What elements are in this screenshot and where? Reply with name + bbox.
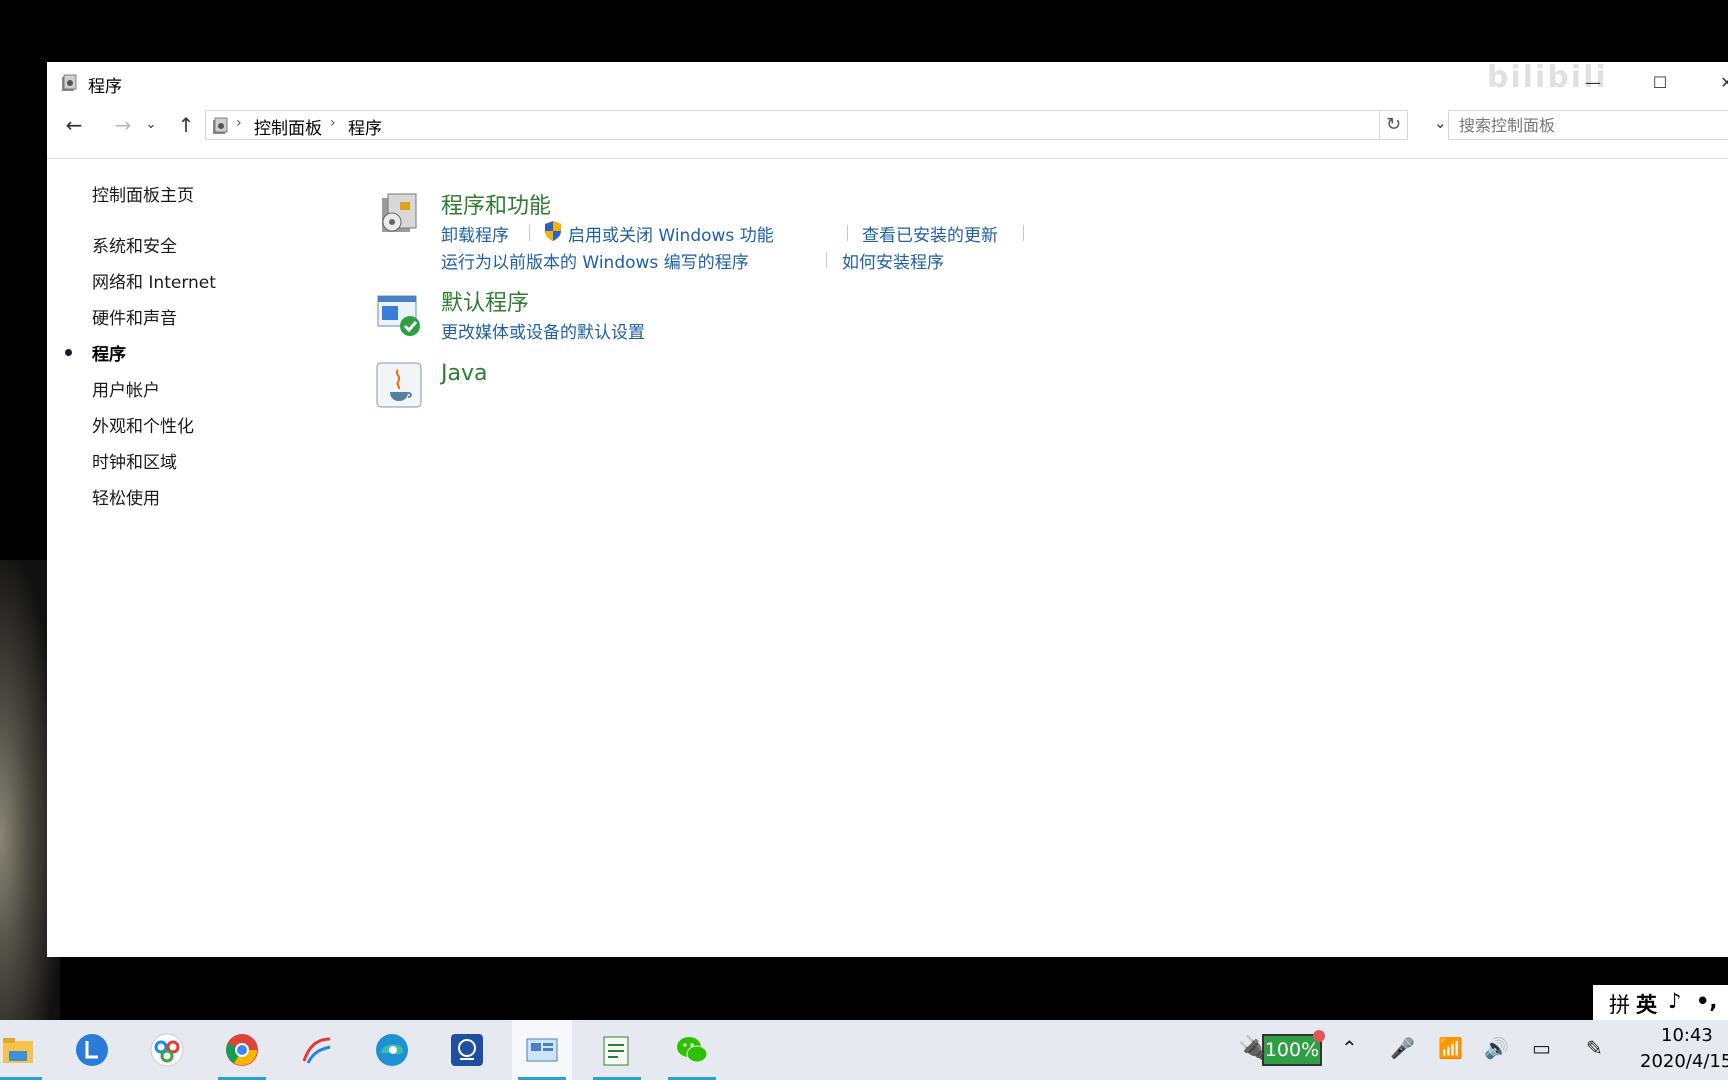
active-bullet-icon xyxy=(65,349,72,356)
default-programs-icon xyxy=(377,295,420,336)
baidu-netdisk-icon[interactable] xyxy=(137,1020,197,1080)
category-title-default-programs[interactable]: 默认程序 xyxy=(441,285,529,317)
link-uninstall-program[interactable]: 卸载程序 xyxy=(441,221,509,246)
sidebar-item-ease-of-access[interactable]: 轻松使用 xyxy=(92,484,160,509)
breadcrumb-control-panel[interactable]: 控制面板 xyxy=(254,114,322,139)
link-compatibility[interactable]: 运行为以前版本的 Windows 编写的程序 xyxy=(441,248,749,273)
microphone-icon[interactable]: 🎤 xyxy=(1390,1036,1415,1060)
link-default-media-settings[interactable]: 更改媒体或设备的默认设置 xyxy=(441,318,645,343)
control-panel-window: 程序 bilibili — ☐ ✕ ← → ⌄ ↑ › 控制面板 › 程序 ⌄ … xyxy=(47,62,1728,957)
link-windows-features[interactable]: 启用或关闭 Windows 功能 xyxy=(568,221,774,246)
category-title-programs-features[interactable]: 程序和功能 xyxy=(441,188,551,220)
category-title-java[interactable]: Java xyxy=(441,361,487,386)
refresh-icon[interactable]: ↻ xyxy=(1380,110,1408,140)
notification-dot xyxy=(1313,1030,1325,1042)
breadcrumb-programs[interactable]: 程序 xyxy=(348,114,382,139)
edge-icon[interactable] xyxy=(362,1020,422,1080)
file-explorer-icon[interactable] xyxy=(0,1020,48,1080)
pen-icon[interactable]: ✎ xyxy=(1586,1036,1603,1060)
breadcrumb-separator-icon: › xyxy=(330,115,336,131)
uac-shield-icon xyxy=(545,221,561,241)
sketch-icon[interactable] xyxy=(437,1020,497,1080)
clock-date[interactable]: 2020/4/15 xyxy=(1640,1051,1728,1072)
wifi-icon[interactable]: 📶 xyxy=(1438,1036,1463,1060)
programs-features-icon xyxy=(382,193,417,232)
sidebar-item-network[interactable]: 网络和 Internet xyxy=(92,268,216,293)
link-installed-updates[interactable]: 查看已安装的更新 xyxy=(862,221,998,246)
java-icon xyxy=(376,362,422,408)
back-arrow-icon[interactable]: ← xyxy=(59,110,89,140)
link-separator xyxy=(1023,225,1024,241)
taskbar: 🔌 100% ⌃ 🎤 📶 🔊 ▭ ✎ 10:43 2020/4/15 xyxy=(0,1020,1728,1080)
maximize-button[interactable]: ☐ xyxy=(1640,70,1680,96)
sidebar-home-link[interactable]: 控制面板主页 xyxy=(92,181,194,206)
address-bar[interactable]: › 控制面板 › 程序 ⌄ xyxy=(205,110,1447,140)
title-bar: 程序 bilibili — ☐ ✕ xyxy=(47,62,1728,102)
search-input[interactable] xyxy=(1448,110,1728,140)
battery-icon[interactable]: ▭ xyxy=(1532,1036,1551,1060)
input-mode-indicator[interactable]: 拼 xyxy=(1609,989,1630,1019)
navigation-bar: ← → ⌄ ↑ › 控制面板 › 程序 ⌄ ↻ xyxy=(47,106,1728,146)
control-panel-icon xyxy=(62,74,77,91)
sidebar-item-hardware-sound[interactable]: 硬件和声音 xyxy=(92,304,177,329)
link-separator xyxy=(529,225,530,241)
link-separator xyxy=(826,252,827,268)
tray-expand-chevron-icon[interactable]: ⌃ xyxy=(1341,1036,1358,1060)
recent-locations-chevron-icon[interactable]: ⌄ xyxy=(141,110,161,140)
sidebar-item-clock-region[interactable]: 时钟和区域 xyxy=(92,448,177,473)
control-panel-icon xyxy=(213,117,228,134)
settings-icon[interactable]: •, xyxy=(1696,989,1717,1013)
sidebar-item-system-security[interactable]: 系统和安全 xyxy=(92,232,177,257)
control-panel-taskbar-icon[interactable] xyxy=(512,1020,572,1080)
sidebar-item-user-accounts[interactable]: 用户帐户 xyxy=(92,376,160,401)
address-dropdown-chevron-icon[interactable]: ⌄ xyxy=(1434,114,1447,132)
divider xyxy=(47,158,1728,159)
punctuation-icon[interactable]: ♪ xyxy=(1668,989,1681,1013)
link-separator xyxy=(847,225,848,241)
clock-time[interactable]: 10:43 xyxy=(1661,1025,1713,1046)
up-arrow-icon[interactable]: ↑ xyxy=(171,110,201,140)
wechat-icon[interactable] xyxy=(662,1020,722,1080)
chrome-icon[interactable] xyxy=(212,1020,272,1080)
volume-icon[interactable]: 🔊 xyxy=(1484,1036,1509,1060)
feishu-icon[interactable] xyxy=(287,1020,347,1080)
language-bar: 拼 英 ♪ •, xyxy=(1593,985,1728,1020)
sidebar-item-programs[interactable]: 程序 xyxy=(92,340,126,365)
language-indicator[interactable]: 英 xyxy=(1636,989,1657,1019)
lark-icon[interactable] xyxy=(62,1020,122,1080)
link-how-to-install[interactable]: 如何安装程序 xyxy=(842,248,944,273)
forward-arrow-icon[interactable]: → xyxy=(108,110,138,140)
close-button[interactable]: ✕ xyxy=(1707,70,1728,96)
breadcrumb-separator-icon: › xyxy=(236,115,242,131)
sidebar-item-appearance[interactable]: 外观和个性化 xyxy=(92,412,194,437)
window-title: 程序 xyxy=(88,77,122,97)
minimize-button[interactable]: — xyxy=(1573,70,1613,96)
notepad-icon[interactable] xyxy=(587,1020,647,1080)
